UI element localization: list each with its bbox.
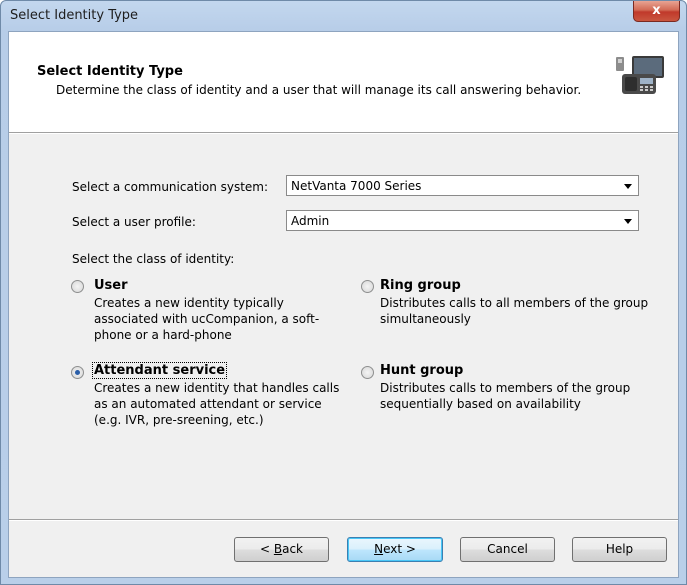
help-button[interactable]: Help [572,537,667,562]
user-profile-select[interactable]: Admin [286,210,639,231]
profile-label: Select a user profile: [72,215,196,229]
back-prefix: < [259,542,274,556]
radio-ring-group[interactable] [361,280,374,293]
radio-attendant-service[interactable] [71,366,84,379]
back-label-rest: ack [282,542,303,556]
phone-and-monitor-icon [616,56,664,94]
option-user-title[interactable]: User [94,278,128,293]
option-user-desc: Creates a new identity typically associa… [94,296,320,342]
window-title: Select Identity Type [10,8,139,23]
dialog-client-area: Select Identity Type Determine the class… [8,31,679,578]
radio-user[interactable] [71,280,84,293]
cancel-button[interactable]: Cancel [460,537,555,562]
back-button[interactable]: < Back [234,537,329,562]
next-label-rest: ext > [383,542,416,556]
close-button[interactable]: x [633,1,680,22]
option-attendant-title[interactable]: Attendant service [91,362,228,379]
system-label: Select a communication system: [72,180,269,194]
back-accel: B [273,542,283,556]
title-bar[interactable]: Select Identity Type x [1,1,686,31]
header-description: Determine the class of identity and a us… [56,83,582,97]
option-ring-group-desc: Distributes calls to all members of the … [380,296,649,326]
next-button[interactable]: Next > [347,537,443,562]
next-accel: N [374,542,384,556]
radio-selected-dot [75,370,80,375]
wizard-header: Select Identity Type Determine the class… [9,32,678,133]
class-label: Select the class of identity: [72,252,235,266]
chevron-down-icon[interactable] [624,184,632,189]
radio-hunt-group[interactable] [361,366,374,379]
communication-system-select[interactable]: NetVanta 7000 Series [286,175,639,196]
dialog-window: Select Identity Type x Select Identity T… [0,0,687,585]
option-hunt-group-title[interactable]: Hunt group [380,363,463,378]
chevron-down-icon[interactable] [624,219,632,224]
option-ring-group-title[interactable]: Ring group [380,278,461,293]
option-attendant-desc: Creates a new identity that handles call… [94,381,340,427]
communication-system-value: NetVanta 7000 Series [291,179,422,193]
header-separator [9,133,678,134]
user-profile-value: Admin [291,214,330,228]
footer-separator-highlight [9,520,678,521]
option-hunt-group-desc: Distributes calls to members of the grou… [380,381,631,411]
header-title: Select Identity Type [37,64,183,79]
